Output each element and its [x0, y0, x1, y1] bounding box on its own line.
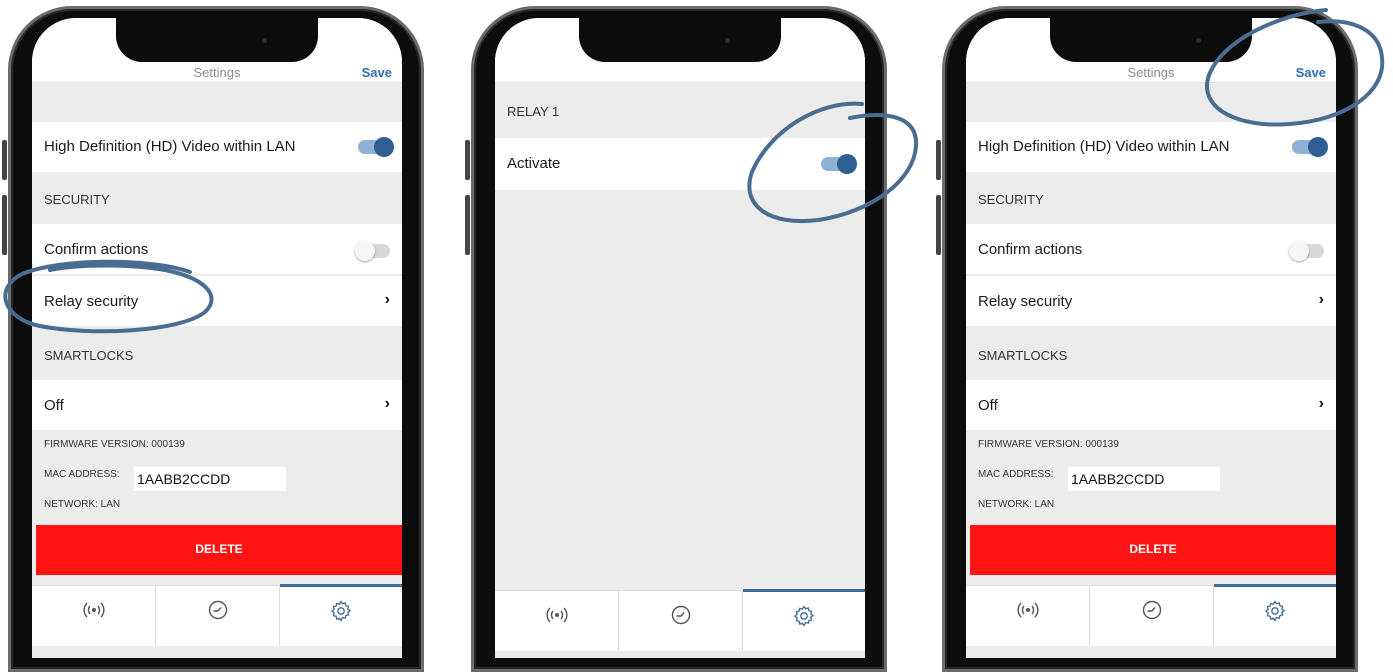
mac-address-field: 1AABB2CCDD: [1068, 467, 1220, 491]
activate-label: Activate: [507, 155, 561, 172]
page-title: Settings: [1127, 65, 1175, 80]
tab-live[interactable]: [966, 586, 1090, 646]
mac-address-label: MAC ADDRESS:: [978, 469, 1054, 480]
settings-screen: Settings Save High Definition (HD) Video…: [966, 18, 1336, 658]
confirm-actions-label: Confirm actions: [978, 241, 1083, 258]
section-smartlocks: SMARTLOCKS: [44, 348, 134, 363]
hd-video-toggle[interactable]: [358, 137, 394, 157]
smartlocks-row[interactable]: Off ›: [966, 380, 1336, 430]
chevron-right-icon: ›: [384, 291, 390, 308]
confirm-actions-toggle[interactable]: [355, 241, 390, 261]
relay-screen: RELAY 1 Activate: [495, 18, 865, 658]
phone-mockup-1: Settings Save High Definition (HD) Video…: [2, 0, 442, 672]
broadcast-icon: [545, 607, 568, 623]
relay-security-label: Relay security: [44, 293, 139, 310]
delete-button[interactable]: DELETE: [36, 525, 402, 575]
gear-icon: [793, 605, 815, 627]
tab-bar: [495, 589, 865, 652]
section-security: SECURITY: [44, 192, 110, 207]
hd-video-label: High Definition (HD) Video within LAN: [978, 138, 1230, 155]
delete-label: DELETE: [1129, 542, 1177, 556]
save-button[interactable]: Save: [1296, 65, 1326, 80]
smartlocks-row[interactable]: Off ›: [32, 380, 402, 430]
tab-settings[interactable]: [743, 589, 865, 652]
chevron-right-icon: ›: [1318, 291, 1324, 308]
hd-video-toggle[interactable]: [1292, 137, 1328, 157]
tab-history[interactable]: [619, 591, 743, 651]
page-title: Settings: [193, 65, 241, 80]
hd-video-label: High Definition (HD) Video within LAN: [44, 138, 296, 155]
gear-icon: [330, 600, 352, 622]
mac-address-value: 1AABB2CCDD: [1071, 471, 1165, 487]
relay-security-label: Relay security: [978, 293, 1073, 310]
broadcast-icon: [82, 602, 105, 618]
network-info: NETWORK: LAN: [978, 499, 1055, 510]
chevron-right-icon: ›: [384, 395, 390, 412]
section-security: SECURITY: [978, 192, 1044, 207]
section-relay-1: RELAY 1: [507, 104, 560, 119]
phone-notch: [116, 18, 318, 62]
phone-notch: [579, 18, 781, 62]
save-button[interactable]: Save: [362, 65, 392, 80]
smartlocks-value: Off: [978, 397, 998, 414]
hd-video-row[interactable]: High Definition (HD) Video within LAN: [966, 122, 1336, 172]
broadcast-icon: [1016, 602, 1039, 618]
chevron-right-icon: ›: [1318, 395, 1324, 412]
tab-settings[interactable]: [1214, 584, 1336, 647]
relay-security-row[interactable]: Relay security ›: [32, 276, 402, 326]
firmware-version: FIRMWARE VERSION: 000139: [978, 439, 1119, 450]
relay-security-row[interactable]: Relay security ›: [966, 276, 1336, 326]
tab-bar: [966, 584, 1336, 647]
gauge-icon: [671, 605, 690, 625]
phone-mockup-3: Settings Save High Definition (HD) Video…: [936, 0, 1376, 672]
delete-label: DELETE: [195, 542, 243, 556]
confirm-actions-label: Confirm actions: [44, 241, 149, 258]
tab-settings[interactable]: [280, 584, 402, 647]
activate-toggle[interactable]: [821, 154, 857, 174]
network-info: NETWORK: LAN: [44, 499, 121, 510]
tab-live[interactable]: [495, 591, 619, 651]
tab-history[interactable]: [156, 586, 280, 646]
gear-icon: [1264, 600, 1286, 622]
firmware-version: FIRMWARE VERSION: 000139: [44, 439, 185, 450]
mac-address-label: MAC ADDRESS:: [44, 469, 120, 480]
tab-history[interactable]: [1090, 586, 1214, 646]
confirm-actions-toggle[interactable]: [1289, 241, 1324, 261]
gauge-icon: [1142, 600, 1161, 620]
confirm-actions-row[interactable]: Confirm actions: [966, 224, 1336, 274]
phone-mockup-2: RELAY 1 Activate: [465, 0, 905, 672]
mac-address-value: 1AABB2CCDD: [137, 471, 231, 487]
tab-bar: [32, 584, 402, 647]
section-smartlocks: SMARTLOCKS: [978, 348, 1068, 363]
phone-notch: [1050, 18, 1252, 62]
gauge-icon: [208, 600, 227, 620]
tab-live[interactable]: [32, 586, 156, 646]
confirm-actions-row[interactable]: Confirm actions: [32, 224, 402, 274]
activate-row[interactable]: Activate: [495, 138, 865, 190]
smartlocks-value: Off: [44, 397, 64, 414]
hd-video-row[interactable]: High Definition (HD) Video within LAN: [32, 122, 402, 172]
mac-address-field: 1AABB2CCDD: [134, 467, 286, 491]
delete-button[interactable]: DELETE: [970, 525, 1336, 575]
settings-screen: Settings Save High Definition (HD) Video…: [32, 18, 402, 658]
